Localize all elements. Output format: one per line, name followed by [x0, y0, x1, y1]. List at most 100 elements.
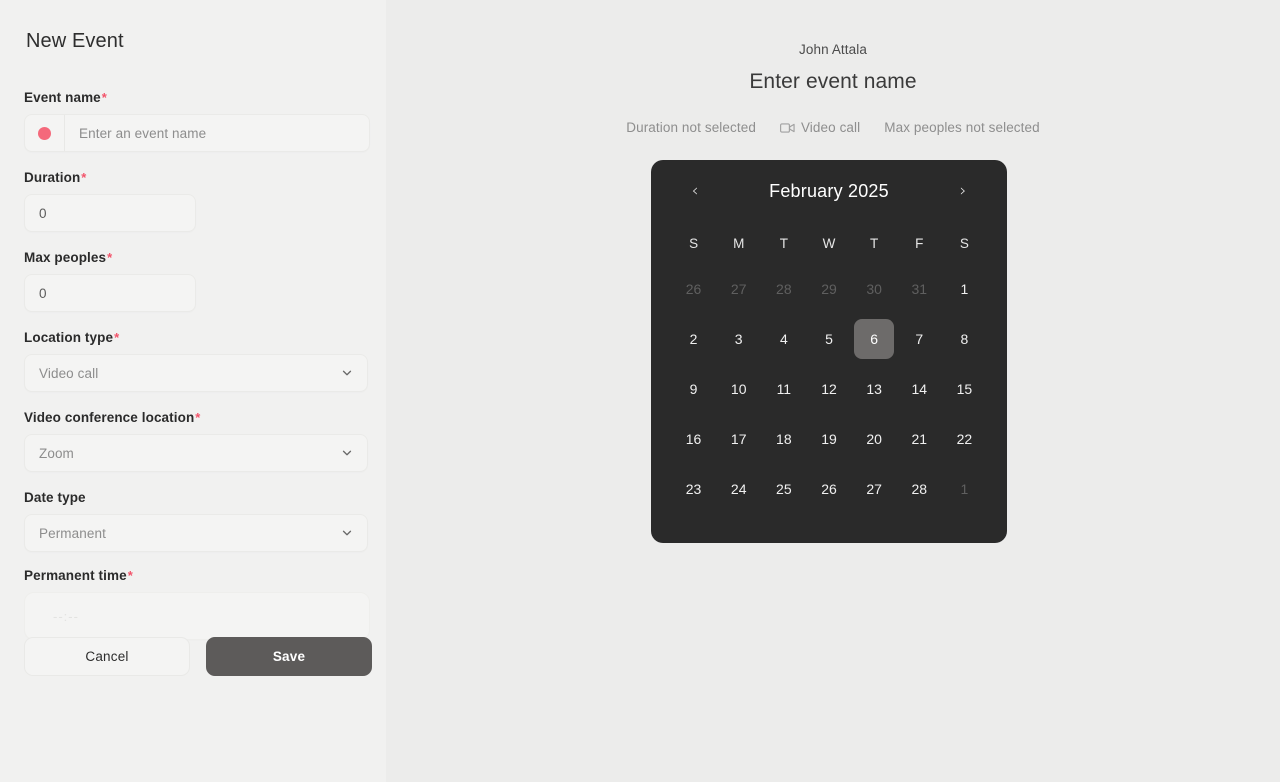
host-name: John Attala	[799, 42, 867, 57]
calendar-day[interactable]: 1	[942, 264, 987, 314]
calendar-day-number: 29	[821, 281, 837, 297]
duration-value: 0	[39, 205, 47, 221]
calendar-day-number: 30	[866, 281, 882, 297]
calendar-day[interactable]: 15	[942, 364, 987, 414]
field-duration: Duration* 0	[24, 169, 362, 232]
calendar-day-number: 20	[866, 431, 882, 447]
video-conference-location-select[interactable]: Zoom	[24, 434, 368, 472]
event-preview-panel: John Attala Enter event name Duration no…	[386, 0, 1280, 782]
calendar-day-number: 25	[776, 481, 792, 497]
calendar-day-number: 5	[825, 331, 833, 347]
calendar-day-number: 26	[821, 481, 837, 497]
calendar-day[interactable]: 3	[716, 314, 761, 364]
calendar-day-number: 4	[779, 331, 788, 347]
event-name-input[interactable]: Enter an event name	[24, 114, 370, 152]
calendar-day[interactable]: 29	[806, 264, 851, 314]
calendar-day[interactable]: 27	[716, 264, 761, 314]
calendar-day-number: 3	[734, 331, 743, 347]
calendar-day[interactable]: 5	[806, 314, 851, 364]
calendar-day[interactable]: 18	[761, 414, 806, 464]
calendar-day[interactable]: 10	[716, 364, 761, 414]
calendar-day[interactable]: 20	[852, 414, 897, 464]
prev-month-button[interactable]: ‹	[685, 182, 705, 200]
preview-meta-row: Duration not selected Video call Max peo…	[386, 120, 1280, 135]
label-event-name: Event name*	[24, 90, 107, 105]
calendar-day[interactable]: 8	[942, 314, 987, 364]
meta-max-peoples-label: Max peoples not selected	[884, 120, 1040, 135]
calendar-day[interactable]: 7	[897, 314, 942, 364]
calendar-day[interactable]: 24	[716, 464, 761, 514]
required-asterisk: *	[81, 170, 87, 185]
calendar-day-number: 13	[866, 381, 882, 397]
calendar-day[interactable]: 23	[671, 464, 716, 514]
label-video-conference-location: Video conference location*	[24, 410, 201, 425]
save-button[interactable]: Save	[206, 637, 372, 676]
app-root: New Event Event name* Enter an event nam…	[0, 0, 1280, 782]
calendar-day-number: 19	[821, 431, 837, 447]
calendar-day[interactable]: 26	[671, 264, 716, 314]
calendar-day[interactable]: 17	[716, 414, 761, 464]
calendar-day[interactable]: 16	[671, 414, 716, 464]
form-actions: Cancel Save	[24, 637, 372, 676]
calendar-day[interactable]: 11	[761, 364, 806, 414]
calendar-day[interactable]: 22	[942, 414, 987, 464]
event-name-placeholder: Enter an event name	[79, 125, 207, 141]
permanent-time-input[interactable]: --:--	[24, 592, 370, 640]
duration-input[interactable]: 0	[24, 194, 196, 232]
calendar-day[interactable]: 30	[852, 264, 897, 314]
calendar-weekday: T	[779, 235, 788, 251]
calendar-day-number: 1	[960, 481, 969, 497]
chevron-down-icon	[342, 530, 352, 536]
calendar-day[interactable]: 19	[806, 414, 851, 464]
location-type-select[interactable]: Video call	[24, 354, 368, 392]
calendar-day-number: 22	[956, 431, 973, 447]
calendar-day[interactable]: 12	[806, 364, 851, 414]
cancel-button[interactable]: Cancel	[24, 637, 190, 676]
calendar-day-number: 12	[821, 381, 837, 397]
calendar-day[interactable]: 28	[897, 464, 942, 514]
calendar-day-number: 26	[685, 281, 702, 297]
calendar-day-number: 8	[960, 331, 969, 347]
meta-max-peoples: Max peoples not selected	[884, 120, 1040, 135]
calendar-day-number: 15	[956, 381, 973, 397]
calendar-day[interactable]: 1	[942, 464, 987, 514]
event-color-swatch[interactable]	[25, 115, 65, 151]
label-max-peoples: Max peoples*	[24, 250, 113, 265]
field-max-peoples: Max peoples* 0	[24, 249, 362, 312]
calendar-day[interactable]: 9	[671, 364, 716, 414]
calendar-day-number: 7	[915, 331, 924, 347]
calendar-day[interactable]: 2	[671, 314, 716, 364]
required-asterisk: *	[114, 330, 120, 345]
calendar-day-number: 28	[776, 281, 792, 297]
color-dot-icon	[38, 126, 51, 140]
label-date-type: Date type	[24, 490, 86, 505]
calendar-day-selected[interactable]: 6	[852, 314, 897, 364]
max-peoples-input[interactable]: 0	[24, 274, 196, 312]
next-month-button[interactable]: ›	[953, 182, 973, 200]
form-fields: Event name* Enter an event name Duration…	[24, 89, 370, 640]
calendar-day[interactable]: 13	[852, 364, 897, 414]
calendar-day[interactable]: 21	[897, 414, 942, 464]
max-peoples-value: 0	[39, 285, 47, 301]
calendar-weekday: S	[959, 235, 969, 251]
video-camera-icon	[780, 122, 795, 133]
calendar-day[interactable]: 28	[761, 264, 806, 314]
date-picker-calendar: ‹ February 2025 › SMTWTFS 26 27 28 29 30 31 1 2…	[651, 160, 1007, 543]
calendar-day[interactable]: 4	[761, 314, 806, 364]
calendar-day-number: 11	[776, 381, 792, 397]
calendar-weekday: F	[915, 235, 924, 251]
video-conference-location-value: Zoom	[39, 445, 74, 461]
meta-location-label: Video call	[800, 120, 861, 135]
meta-duration: Duration not selected	[626, 120, 756, 135]
calendar-month-label: February 2025	[769, 180, 889, 201]
calendar-day-number: 27	[866, 481, 882, 497]
calendar-day[interactable]: 25	[761, 464, 806, 514]
calendar-day[interactable]: 14	[897, 364, 942, 414]
calendar-day-number: 1	[960, 281, 969, 297]
calendar-day[interactable]: 31	[897, 264, 942, 314]
calendar-day[interactable]: 27	[852, 464, 897, 514]
calendar-day-number: 28	[911, 481, 928, 497]
calendar-day[interactable]: 26	[806, 464, 851, 514]
required-asterisk: *	[101, 90, 107, 105]
date-type-select[interactable]: Permanent	[24, 514, 368, 552]
